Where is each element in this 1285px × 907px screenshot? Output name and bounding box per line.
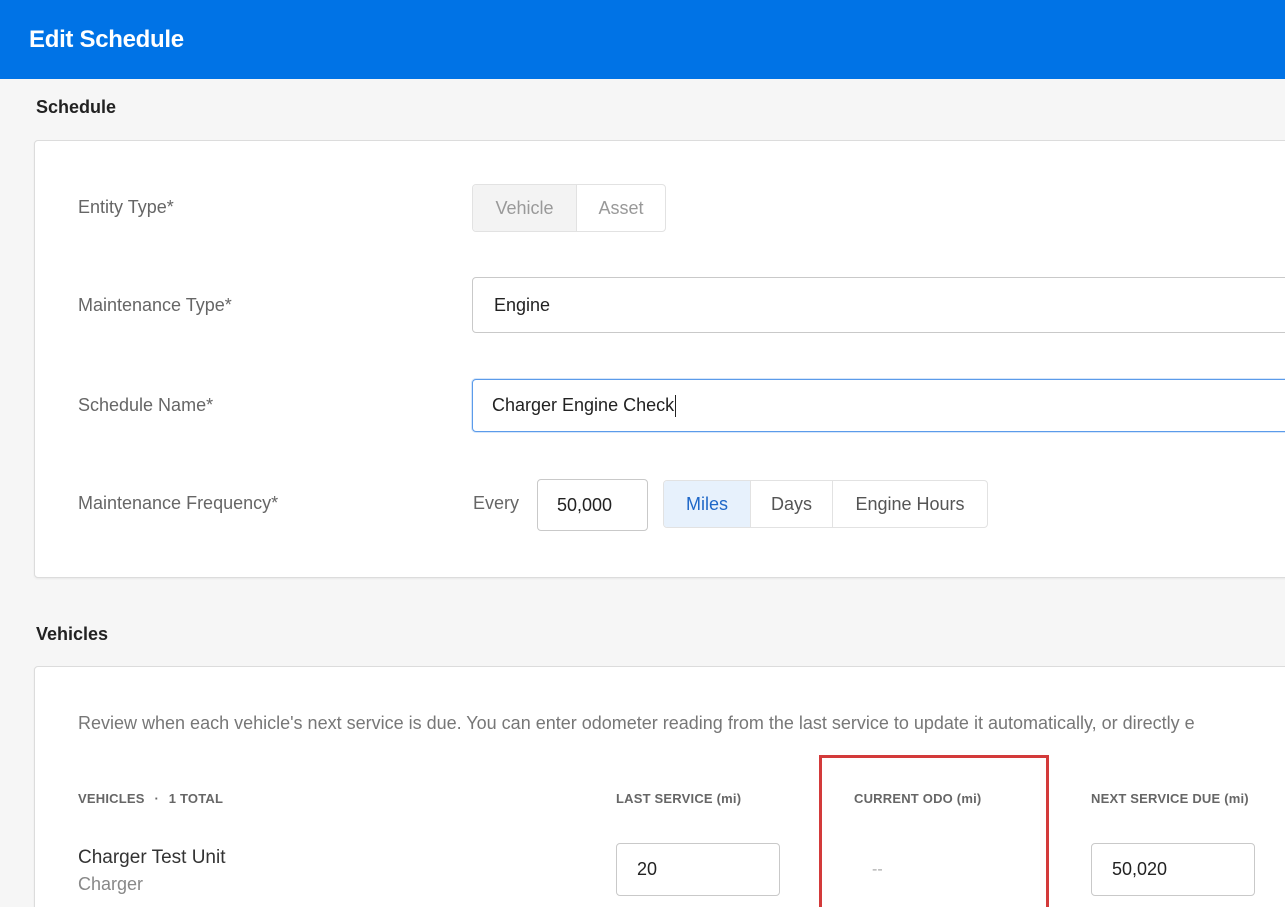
schedule-name-label: Schedule Name*	[78, 395, 214, 415]
page-title: Edit Schedule	[29, 26, 184, 53]
schedule-name-input[interactable]: Charger Engine Check	[472, 379, 1285, 432]
top-bar: Edit Schedule	[0, 0, 1285, 79]
current-odo-highlight-box	[819, 755, 1049, 907]
vehicles-column-header: VEHICLES · 1 TOTAL	[78, 791, 223, 806]
unit-engine-hours[interactable]: Engine Hours	[833, 481, 987, 527]
unit-miles[interactable]: Miles	[664, 481, 751, 527]
entity-type-label: Entity Type*	[78, 197, 174, 217]
vehicles-section-title: Vehicles	[36, 624, 109, 644]
frequency-unit-toggle: Miles Days Engine Hours	[663, 480, 988, 528]
maintenance-type-value: Engine	[494, 294, 551, 315]
unit-days[interactable]: Days	[751, 481, 833, 527]
schedule-card: Entity Type* Vehicle Asset Maintenance T…	[34, 140, 1285, 578]
maintenance-frequency-label: Maintenance Frequency*	[78, 493, 279, 513]
vehicle-subtitle: Charger	[78, 874, 144, 894]
maintenance-type-label: Maintenance Type*	[78, 295, 232, 315]
entity-type-vehicle[interactable]: Vehicle	[473, 185, 577, 231]
vehicles-total: 1 TOTAL	[168, 791, 224, 806]
last-service-value: 20	[637, 859, 658, 879]
vehicles-card: Review when each vehicle's next service …	[34, 666, 1285, 907]
frequency-prefix: Every	[473, 493, 520, 513]
next-service-value: 50,020	[1112, 859, 1168, 879]
schedule-name-value: Charger Engine Check	[492, 395, 675, 415]
last-service-column-header: LAST SERVICE (mi)	[616, 791, 742, 806]
next-service-input[interactable]: 50,020	[1091, 843, 1255, 896]
next-service-column-header: NEXT SERVICE DUE (mi)	[1091, 791, 1249, 806]
vehicles-description: Review when each vehicle's next service …	[78, 713, 1195, 733]
last-service-input[interactable]: 20	[616, 843, 780, 896]
entity-type-asset[interactable]: Asset	[577, 185, 665, 231]
frequency-value-input[interactable]: 50,000	[537, 479, 648, 531]
text-caret	[675, 394, 677, 417]
maintenance-type-select[interactable]: Engine	[472, 277, 1285, 333]
entity-type-toggle: Vehicle Asset	[472, 184, 666, 232]
column-separator: ·	[154, 791, 159, 806]
vehicles-col-label: VEHICLES	[78, 791, 145, 806]
vehicle-name: Charger Test Unit	[78, 847, 226, 868]
schedule-section-title: Schedule	[36, 97, 117, 117]
frequency-value: 50,000	[557, 494, 613, 515]
